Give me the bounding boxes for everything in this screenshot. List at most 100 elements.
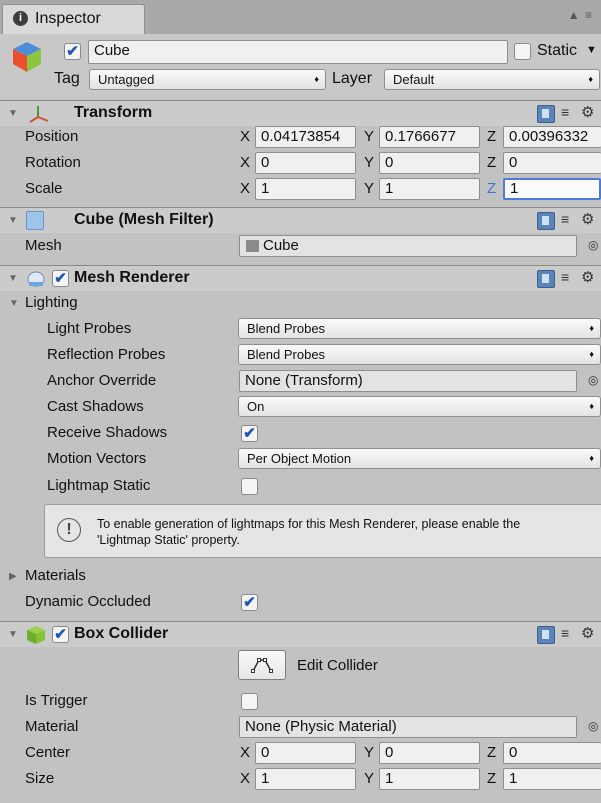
mesh-renderer-header-icons: ≡ ⚙ — [537, 269, 597, 289]
gear-icon[interactable]: ⚙ — [581, 210, 594, 228]
help-book-icon[interactable] — [537, 270, 555, 288]
cube-object-icon — [13, 42, 41, 72]
light-probes-dropdown[interactable]: Blend Probes ♦ — [238, 318, 601, 339]
transform-foldout-icon[interactable]: ▼ — [8, 108, 18, 119]
layer-label: Layer — [332, 70, 373, 87]
scale-x-axis-label[interactable]: X — [240, 180, 250, 197]
receive-shadows-label: Receive Shadows — [47, 424, 168, 441]
lightmap-static-label: Lightmap Static — [47, 477, 151, 494]
presets-icon[interactable]: ≡ — [561, 211, 569, 227]
position-x-field[interactable]: 0.04173854 — [255, 126, 356, 148]
tab-inspector[interactable]: i Inspector — [2, 4, 145, 35]
gear-icon[interactable]: ⚙ — [581, 268, 594, 286]
cast-shadows-dropdown-arrow-icon: ♦ — [589, 401, 594, 411]
rotation-x-axis-label[interactable]: X — [240, 154, 250, 171]
rotation-z-field[interactable]: 0 — [503, 152, 601, 174]
mesh-renderer-title: Mesh Renderer — [74, 269, 190, 286]
mesh-renderer-enabled-checkbox[interactable]: ✔ — [52, 270, 69, 287]
is-trigger-checkbox[interactable] — [241, 693, 258, 710]
rotation-y-axis-label[interactable]: Y — [364, 154, 374, 171]
edit-collider-button[interactable] — [238, 650, 286, 680]
scale-z-axis-label[interactable]: Z — [487, 180, 496, 197]
dynamic-occluded-label: Dynamic Occluded — [25, 593, 151, 610]
presets-icon[interactable]: ≡ — [561, 104, 569, 120]
static-dropdown-arrow-icon[interactable]: ▼ — [586, 44, 597, 56]
size-y-field[interactable]: 1 — [379, 768, 480, 790]
center-z-axis-label[interactable]: Z — [487, 744, 496, 761]
box-collider-enabled-checkbox[interactable]: ✔ — [52, 626, 69, 643]
rotation-x-field[interactable]: 0 — [255, 152, 356, 174]
object-name-field[interactable]: Cube — [88, 40, 508, 64]
material-label: Material — [25, 718, 79, 735]
center-x-axis-label[interactable]: X — [240, 744, 250, 761]
center-z-field[interactable]: 0 — [503, 742, 601, 764]
cast-shadows-value: On — [247, 399, 265, 414]
materials-foldout-icon[interactable]: ▶ — [9, 571, 17, 582]
scale-y-field[interactable]: 1 — [379, 178, 480, 200]
material-field[interactable]: None (Physic Material) — [239, 716, 577, 738]
motion-vectors-dropdown[interactable]: Per Object Motion ♦ — [238, 448, 601, 469]
rotation-z-axis-label[interactable]: Z — [487, 154, 496, 171]
size-label: Size — [25, 770, 55, 787]
size-x-field[interactable]: 1 — [255, 768, 356, 790]
mesh-filter-header[interactable]: ▼ Cube (Mesh Filter) ≡ ⚙ — [0, 207, 601, 233]
anchor-override-label: Anchor Override — [47, 372, 157, 389]
static-checkbox[interactable] — [514, 43, 531, 60]
size-z-field[interactable]: 1 — [503, 768, 601, 790]
anchor-override-object-picker-icon[interactable]: ◎ — [588, 373, 598, 387]
cast-shadows-dropdown[interactable]: On ♦ — [238, 396, 601, 417]
mesh-filter-foldout-icon[interactable]: ▼ — [8, 215, 18, 226]
center-y-axis-label[interactable]: Y — [364, 744, 374, 761]
motion-vectors-dropdown-arrow-icon: ♦ — [589, 453, 594, 463]
scale-z-field[interactable]: 1 — [503, 178, 601, 200]
size-x-axis-label[interactable]: X — [240, 770, 250, 787]
edit-collider-label: Edit Collider — [297, 657, 378, 674]
mesh-object-picker-icon[interactable]: ◎ — [588, 238, 598, 252]
presets-icon[interactable]: ≡ — [561, 269, 569, 285]
transform-icon — [29, 106, 49, 123]
object-active-checkbox[interactable]: ✔ — [64, 43, 81, 60]
center-y-field[interactable]: 0 — [379, 742, 480, 764]
material-object-picker-icon[interactable]: ◎ — [588, 719, 598, 733]
presets-icon[interactable]: ≡ — [561, 625, 569, 641]
tag-dropdown[interactable]: Untagged ♦ — [89, 69, 326, 90]
position-x-axis-label[interactable]: X — [240, 128, 250, 145]
transform-header[interactable]: ▼ Transform ≡ ⚙ — [0, 100, 601, 126]
box-collider-foldout-icon[interactable]: ▼ — [8, 629, 18, 640]
receive-shadows-checkbox[interactable]: ✔ — [241, 425, 258, 442]
position-y-axis-label[interactable]: Y — [364, 128, 374, 145]
box-collider-header[interactable]: ▼ ✔ Box Collider ≡ ⚙ — [0, 621, 601, 647]
gear-icon[interactable]: ⚙ — [581, 624, 594, 642]
position-z-axis-label[interactable]: Z — [487, 128, 496, 145]
static-label: Static — [537, 42, 578, 59]
light-probes-value: Blend Probes — [247, 321, 326, 336]
layer-dropdown[interactable]: Default ♦ — [384, 69, 600, 90]
size-y-axis-label[interactable]: Y — [364, 770, 374, 787]
position-y-field[interactable]: 0.1766677 — [379, 126, 480, 148]
object-header: ✔ Cube Static ▼ Tag Untagged ♦ Layer Def… — [0, 34, 601, 99]
position-z-field[interactable]: 0.00396332 — [503, 126, 601, 148]
center-x-field[interactable]: 0 — [255, 742, 356, 764]
lightmap-info-line-2: 'Lightmap Static' property. — [97, 533, 240, 547]
lighting-foldout-icon[interactable]: ▼ — [9, 298, 19, 309]
lightmap-static-checkbox[interactable] — [241, 478, 258, 495]
scale-x-field[interactable]: 1 — [255, 178, 356, 200]
dynamic-occluded-checkbox[interactable]: ✔ — [241, 594, 258, 611]
mesh-renderer-foldout-icon[interactable]: ▼ — [8, 273, 18, 284]
position-label: Position — [25, 128, 79, 145]
materials-label[interactable]: Materials — [25, 567, 86, 584]
help-book-icon[interactable] — [537, 212, 555, 230]
scale-y-axis-label[interactable]: Y — [364, 180, 374, 197]
size-z-axis-label[interactable]: Z — [487, 770, 496, 787]
anchor-override-field[interactable]: None (Transform) — [239, 370, 577, 392]
lock-menu-icon[interactable]: ▲ ≡ — [568, 8, 593, 22]
gear-icon[interactable]: ⚙ — [581, 103, 594, 121]
help-book-icon[interactable] — [537, 105, 555, 123]
mesh-renderer-header[interactable]: ▼ ✔ Mesh Renderer ≡ ⚙ — [0, 265, 601, 291]
mesh-field[interactable]: Cube — [239, 235, 577, 257]
rotation-y-field[interactable]: 0 — [379, 152, 480, 174]
info-circle-icon: ! — [57, 518, 81, 542]
reflection-probes-dropdown[interactable]: Blend Probes ♦ — [238, 344, 601, 365]
help-book-icon[interactable] — [537, 626, 555, 644]
lighting-label[interactable]: Lighting — [25, 294, 78, 311]
